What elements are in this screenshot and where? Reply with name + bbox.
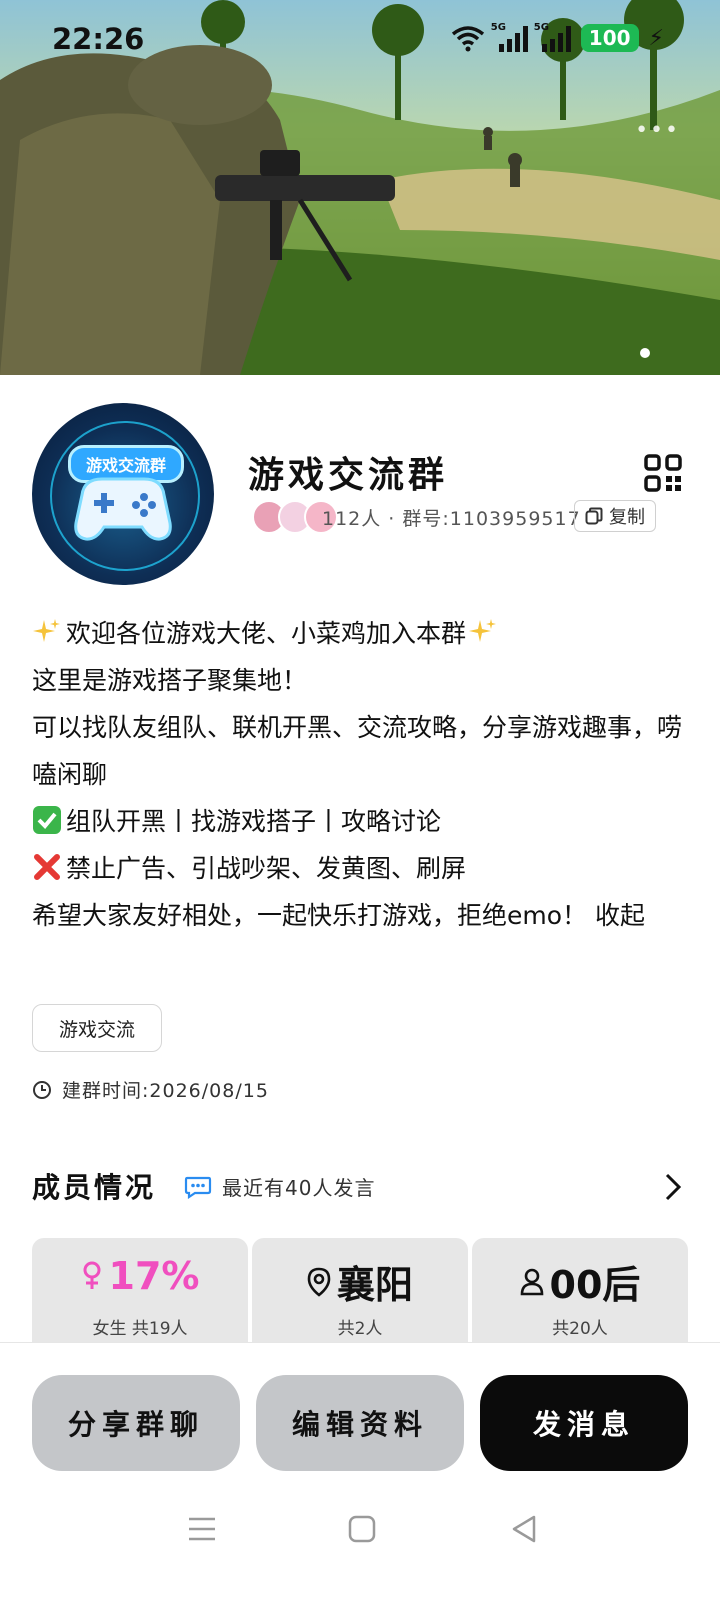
stat-value-text: 17% [108,1254,200,1298]
copy-group-id-button[interactable]: 复制 [574,500,656,532]
group-tag[interactable]: 游戏交流 [32,1004,162,1052]
qr-code-icon[interactable] [644,454,682,492]
stat-card-location[interactable]: 襄阳 共2人 [252,1238,468,1342]
cellular-signal-1-icon: 5G [491,22,528,52]
status-time: 22:26 [52,22,145,56]
banner-page-indicator [640,348,650,358]
cellular-signal-2-icon: 5G [534,22,571,52]
description-line: 可以找队友组队、联机开黑、交流攻略，分享游戏趣事，唠嗑闲聊 [32,713,683,789]
back-button[interactable] [508,1509,540,1549]
description-line: 禁止广告、引战吵架、发黄图、刷屏 [32,845,692,892]
location-pin-icon [307,1267,331,1297]
description-line: 希望大家友好相处，一起快乐打游戏，拒绝emo！ 收起 [32,901,645,930]
status-bar: 22:26 5G 5G 100 ⚡ [0,0,720,80]
chat-bubble-icon [184,1176,212,1199]
created-date: 建群时间:2026/08/15 [62,1080,269,1102]
stat-caption: 共2人 [337,1319,383,1339]
check-mark-icon [33,806,61,834]
clock-icon [33,1080,51,1099]
bottom-action-bar: 分享群聊 编辑资料 发消息 [0,1342,720,1605]
share-group-button[interactable]: 分享群聊 [32,1375,240,1471]
members-section-title: 成员情况 [32,1171,157,1204]
stat-value: 17% [32,1254,248,1298]
edit-profile-button[interactable]: 编辑资料 [256,1375,464,1471]
group-member-count-and-id: 112人 · 群号:1103959517 [322,508,581,530]
stat-caption: 女生 共19人 [92,1319,188,1339]
menu-lines-icon [189,1517,215,1541]
gamepad-icon [74,477,172,541]
stat-value: 00后 [472,1254,688,1309]
stat-value-text: 襄阳 [336,1263,413,1307]
sparkles-icon [469,619,497,642]
battery-indicator: 100 [580,24,639,52]
members-activity-text: 最近有40人发言 [222,1176,376,1200]
description-line: 欢迎各位游戏大佬、小菜鸡加入本群 [32,610,692,657]
female-icon [83,1261,101,1289]
send-message-button[interactable]: 发消息 [480,1375,688,1471]
group-description: 欢迎各位游戏大佬、小菜鸡加入本群 这里是游戏搭子聚集地！ 可以找队友组队、联机开… [32,610,692,939]
home-square-icon [348,1515,376,1543]
network-type-label: 5G [533,22,549,33]
description-line: 组队开黑丨找游戏搭子丨攻略讨论 [32,798,692,845]
stat-card-gender[interactable]: 17% 女生 共19人 [32,1238,248,1342]
group-banner-image[interactable]: 22:26 5G 5G 100 ⚡ ••• [0,0,720,375]
wifi-icon [451,26,484,52]
stat-value-text: 00后 [549,1263,641,1307]
network-type-label: 5G [490,22,506,33]
group-title: 游戏交流群 [248,454,449,496]
description-text: 组队开黑丨找游戏搭子丨攻略讨论 [66,807,442,836]
stat-caption: 共20人 [552,1319,608,1339]
stat-value: 襄阳 [252,1254,468,1309]
description-text: 禁止广告、引战吵架、发黄图、刷屏 [66,854,467,883]
group-avatar[interactable]: 游戏交流群 [32,403,214,585]
home-button[interactable] [346,1509,378,1549]
member-stats: 17% 女生 共19人 襄阳 共2人 00后 共20人 [32,1238,688,1342]
chevron-right-icon[interactable] [662,1172,684,1202]
stat-card-age[interactable]: 00后 共20人 [472,1238,688,1342]
recent-apps-button[interactable] [184,1509,220,1549]
copy-label: 复制 [609,507,645,528]
members-activity: 最近有40人发言 [184,1172,375,1201]
description-text: 欢迎各位游戏大佬、小菜鸡加入本群 [66,619,467,648]
cross-mark-icon [34,854,60,880]
banner-more-icon[interactable]: ••• [635,118,680,143]
back-triangle-icon [512,1515,536,1543]
status-icons: 5G 5G 100 ⚡ [451,22,664,52]
description-line: 这里是游戏搭子聚集地！ [32,666,308,695]
person-icon [520,1268,543,1295]
copy-icon [585,507,603,525]
sparkles-icon [33,619,60,642]
charging-bolt-icon: ⚡ [648,25,664,51]
created-date-row: 建群时间:2026/08/15 [32,1076,269,1103]
